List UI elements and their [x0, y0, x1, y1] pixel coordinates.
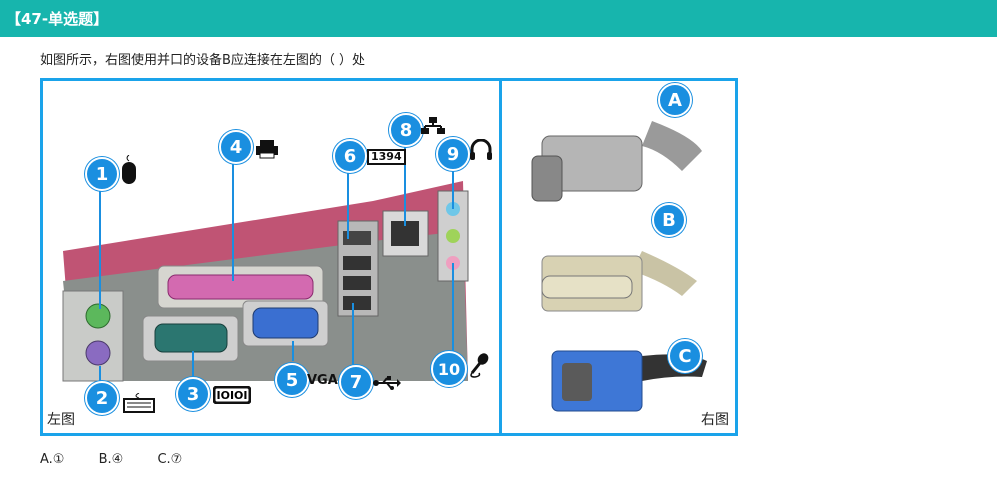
port-badge-6: 6: [333, 139, 367, 173]
option-c[interactable]: C.⑦: [157, 452, 182, 467]
connector-badge-a: A: [658, 83, 692, 117]
port-badge-5: 5: [275, 363, 309, 397]
usb-icon: [373, 376, 401, 390]
port-badge-3: 3: [176, 377, 210, 411]
right-figure-caption: 右图: [701, 412, 729, 428]
mouse-icon: [121, 155, 137, 185]
firewire-label: 1394: [367, 149, 406, 165]
port-badge-1: 1: [85, 157, 119, 191]
option-a[interactable]: A.①: [40, 452, 64, 467]
headphones-icon: [469, 139, 493, 163]
microphone-icon: [467, 353, 491, 379]
question-header: 【47-单选题】: [0, 0, 997, 37]
vga-label: VGA: [307, 373, 338, 388]
network-icon: [421, 117, 445, 135]
question-title: 【47-单选题】: [6, 10, 109, 28]
serial-port-icon: IOIOI: [213, 386, 251, 404]
question-text: 如图所示，右图使用并口的设备B应连接在左图的（ ）处: [40, 53, 366, 68]
keyboard-icon: [123, 393, 155, 413]
question-figure: 1 2 3 4 5 6 7 8 9 10 IOIOI VGA 1394 左图 A…: [40, 78, 738, 436]
port-badge-2: 2: [85, 381, 119, 415]
motherboard-panel: 1 2 3 4 5 6 7 8 9 10 IOIOI VGA 1394 左图: [43, 81, 502, 433]
left-figure-caption: 左图: [47, 412, 75, 428]
connector-badge-c: C: [668, 339, 702, 373]
svg-text:IOIOI: IOIOI: [217, 389, 248, 402]
answer-options: A.① B.④ C.⑦: [40, 452, 212, 467]
port-badge-9: 9: [436, 137, 470, 171]
port-badge-7: 7: [339, 365, 373, 399]
port-badge-8: 8: [389, 113, 423, 147]
connector-badge-b: B: [652, 203, 686, 237]
connectors-panel: A B C 右图: [502, 81, 735, 433]
port-badge-4: 4: [219, 130, 253, 164]
printer-icon: [255, 139, 279, 159]
connectors-illustration: [531, 121, 707, 412]
port-badge-10: 10: [431, 351, 467, 387]
option-b[interactable]: B.④: [99, 452, 124, 467]
